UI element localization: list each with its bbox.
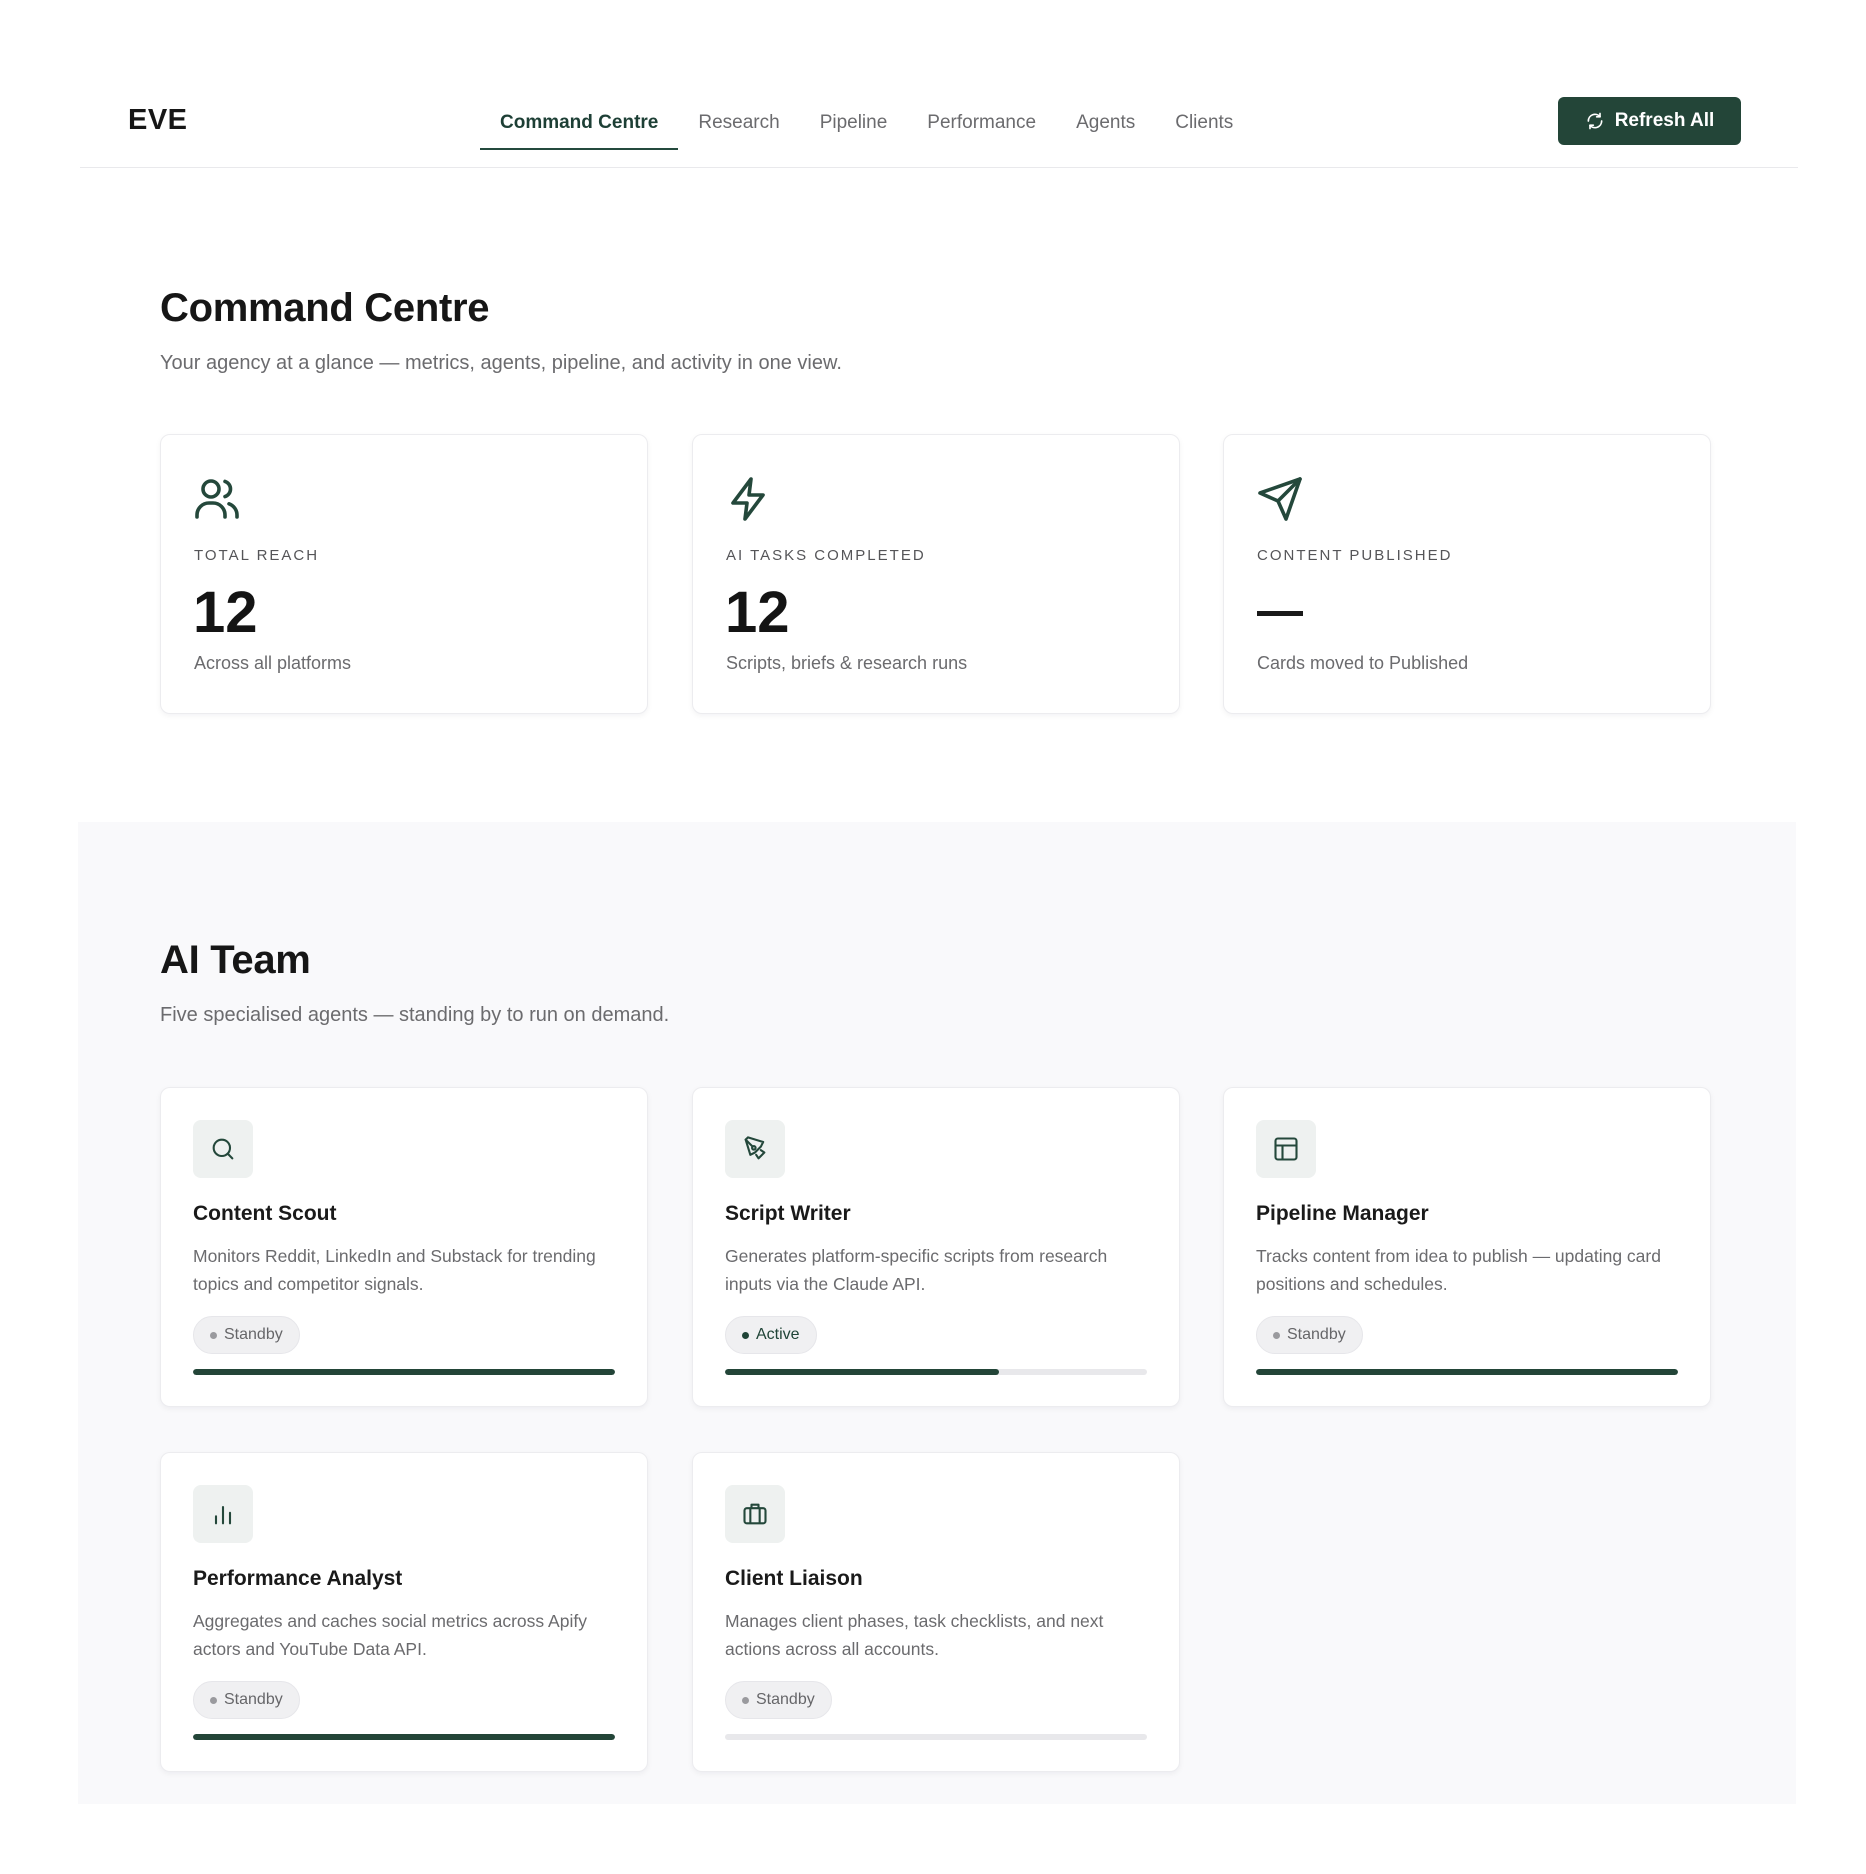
- logo: EVE: [128, 104, 188, 136]
- status-badge: Standby: [193, 1681, 300, 1719]
- agent-progress-track: [193, 1734, 615, 1740]
- agent-progress-fill: [193, 1369, 615, 1375]
- search-icon: [212, 1138, 234, 1160]
- refresh-all-label: Refresh All: [1614, 110, 1715, 131]
- ai-team-subtitle: Five specialised agents — standing by to…: [160, 1004, 670, 1026]
- agent-progress-fill: [725, 1369, 1000, 1375]
- agent-progress-fill: [193, 1734, 615, 1740]
- refresh-all-button[interactable]: Refresh All: [1558, 97, 1741, 145]
- agent-name: Performance Analyst: [193, 1567, 403, 1590]
- page-title: Command Centre: [160, 286, 490, 330]
- agent-name: Pipeline Manager: [1256, 1202, 1429, 1225]
- status-badge: Standby: [193, 1316, 300, 1354]
- agent-name: Client Liaison: [725, 1567, 863, 1590]
- agent-icon-box: [1256, 1120, 1316, 1178]
- stat-card-content-published: CONTENT PUBLISHED — Cards moved to Publi…: [1223, 434, 1711, 714]
- stat-card-ai-tasks: AI TASKS COMPLETED 12 Scripts, briefs & …: [692, 434, 1180, 714]
- stat-value: 12: [725, 580, 790, 645]
- stat-label: TOTAL REACH: [194, 547, 320, 564]
- stat-desc: Cards moved to Published: [1257, 653, 1469, 673]
- stat-label: AI TASKS COMPLETED: [726, 547, 926, 564]
- send-icon: [1258, 477, 1302, 521]
- agent-icon-box: [193, 1485, 253, 1543]
- agent-icon-box: [725, 1485, 785, 1543]
- agent-progress-track: [725, 1734, 1147, 1740]
- agent-desc: Manages client phases, task checklists, …: [725, 1611, 1104, 1659]
- ai-team-title: AI Team: [160, 938, 311, 982]
- page-subtitle: Your agency at a glance — metrics, agent…: [160, 352, 842, 374]
- agent-card-performance-analyst[interactable]: Performance Analyst Aggregates and cache…: [160, 1452, 648, 1772]
- agent-progress-track: [193, 1369, 615, 1375]
- agent-desc: Aggregates and caches social metrics acr…: [193, 1611, 587, 1659]
- pen-icon: [744, 1136, 766, 1160]
- agent-progress-fill: [1256, 1369, 1678, 1375]
- nav-tab-performance[interactable]: Performance: [907, 96, 1056, 150]
- stat-label: CONTENT PUBLISHED: [1257, 547, 1453, 564]
- agent-name: Script Writer: [725, 1202, 851, 1225]
- agent-card-content-scout[interactable]: Content Scout Monitors Reddit, LinkedIn …: [160, 1087, 648, 1407]
- users-icon: [195, 479, 239, 519]
- page: EVE Command Centre Research Pipeline Per…: [0, 0, 1866, 1874]
- status-badge: Standby: [1256, 1316, 1363, 1354]
- agent-card-script-writer[interactable]: Script Writer Generates platform-specifi…: [692, 1087, 1180, 1407]
- agent-icon-box: [725, 1120, 785, 1178]
- agent-name: Content Scout: [193, 1202, 337, 1225]
- stat-value-empty: [1257, 611, 1303, 616]
- agent-desc: Tracks content from idea to publish — up…: [1256, 1246, 1661, 1294]
- bar-chart-icon: [214, 1505, 232, 1525]
- lightning-icon: [731, 477, 765, 521]
- top-header: EVE Command Centre Research Pipeline Per…: [80, 0, 1798, 168]
- agent-desc: Monitors Reddit, LinkedIn and Substack f…: [193, 1246, 596, 1294]
- agent-card-client-liaison[interactable]: Client Liaison Manages client phases, ta…: [692, 1452, 1180, 1772]
- main-nav: Command Centre Research Pipeline Perform…: [480, 96, 1253, 150]
- agent-progress-track: [1256, 1369, 1678, 1375]
- nav-tab-command-centre[interactable]: Command Centre: [480, 96, 679, 150]
- nav-tab-agents[interactable]: Agents: [1056, 96, 1155, 150]
- status-badge: Active: [725, 1316, 817, 1354]
- stat-card-total-reach: TOTAL REACH 12 Across all platforms: [160, 434, 648, 714]
- agent-card-pipeline-manager[interactable]: Pipeline Manager Tracks content from ide…: [1223, 1087, 1711, 1407]
- refresh-icon: [1587, 112, 1603, 130]
- stat-desc: Across all platforms: [194, 653, 352, 673]
- stat-value: 12: [193, 580, 258, 645]
- agent-icon-box: [193, 1120, 253, 1178]
- layout-icon: [1274, 1137, 1298, 1161]
- stat-desc: Scripts, briefs & research runs: [726, 653, 968, 673]
- status-badge: Standby: [725, 1681, 832, 1719]
- nav-tab-pipeline[interactable]: Pipeline: [800, 96, 908, 150]
- agent-progress-track: [725, 1369, 1147, 1375]
- nav-tab-clients[interactable]: Clients: [1155, 96, 1253, 150]
- nav-tab-research[interactable]: Research: [678, 96, 799, 150]
- briefcase-icon: [743, 1503, 767, 1525]
- agent-desc: Generates platform-specific scripts from…: [725, 1246, 1108, 1294]
